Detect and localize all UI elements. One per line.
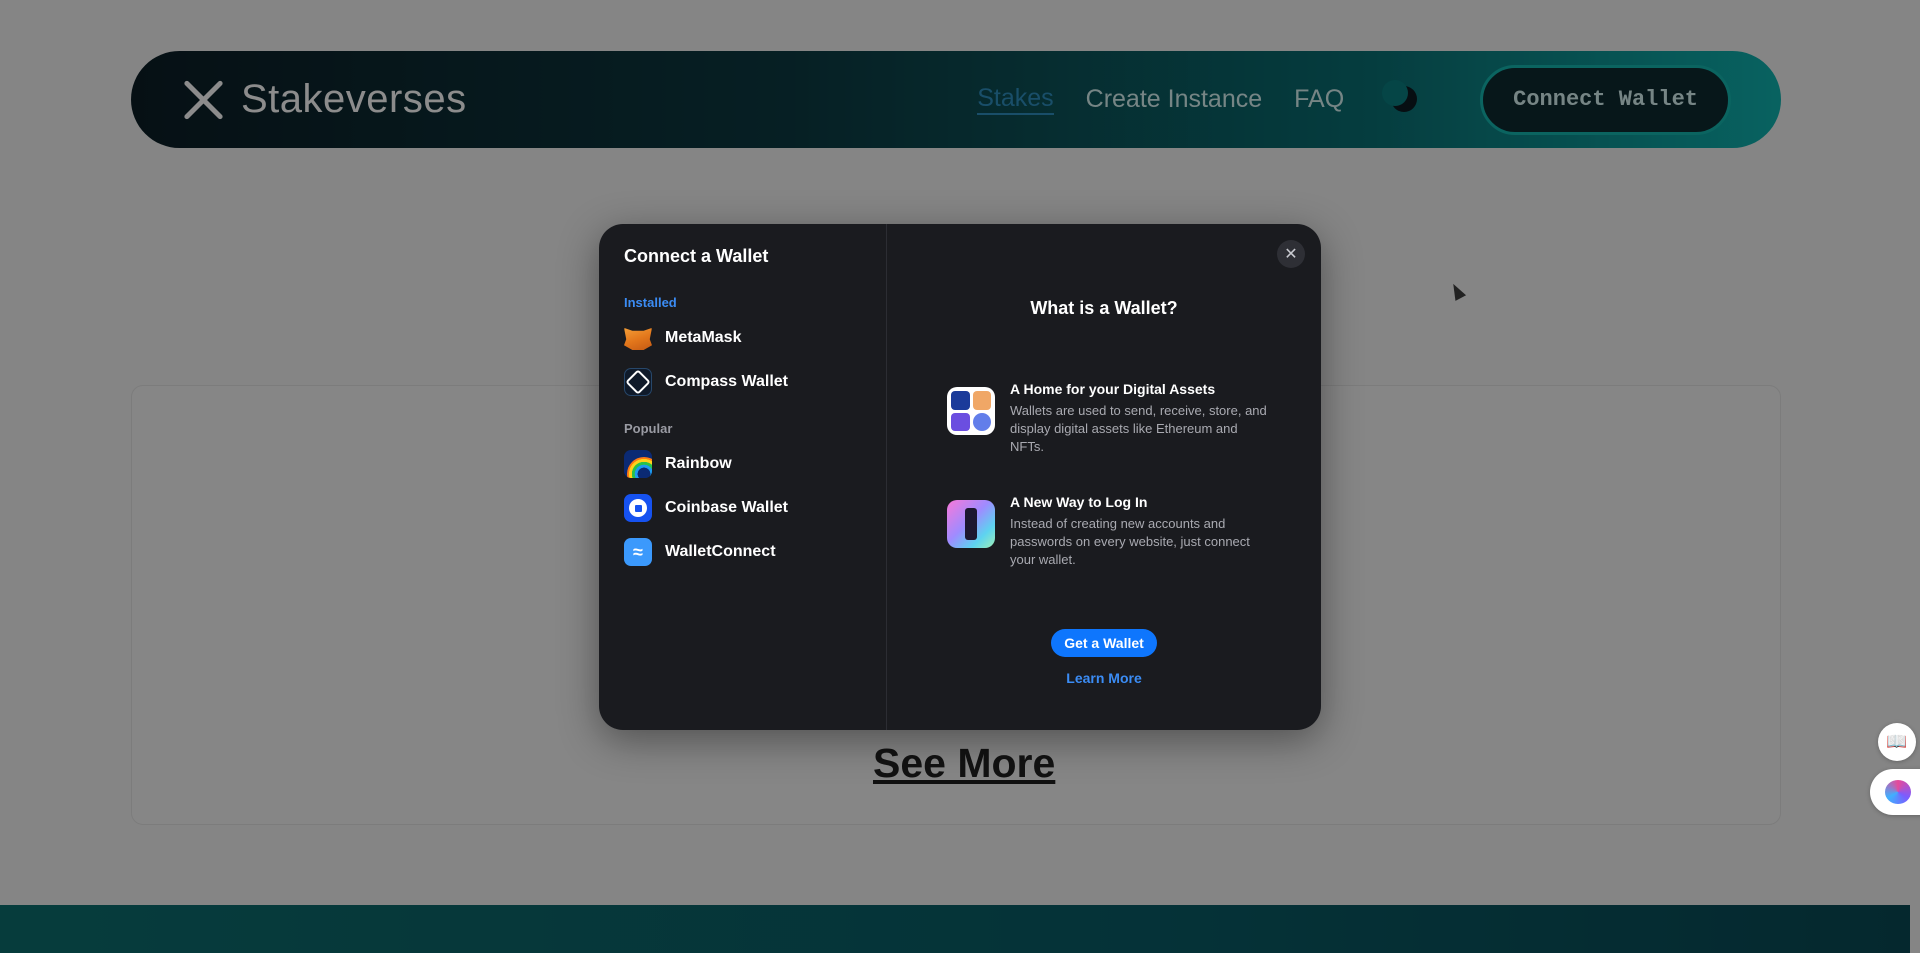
wallet-item-compass[interactable]: Compass Wallet	[624, 363, 868, 401]
wallet-name: Rainbow	[665, 455, 732, 472]
compass-icon	[624, 368, 652, 396]
info-heading: A Home for your Digital Assets	[1010, 381, 1216, 397]
wallet-item-metamask[interactable]: MetaMask	[624, 319, 868, 357]
wallet-name: MetaMask	[665, 329, 742, 346]
reader-mode-icon[interactable]: 📖	[1878, 723, 1916, 761]
connect-wallet-modal: Connect a Wallet Installed MetaMask Comp…	[599, 224, 1321, 730]
wallet-list-panel: Connect a Wallet Installed MetaMask Comp…	[599, 224, 887, 730]
wallet-name: WalletConnect	[665, 543, 776, 560]
wallet-name: Coinbase Wallet	[665, 499, 788, 516]
popular-label: Popular	[624, 421, 673, 436]
rainbow-icon	[624, 450, 652, 478]
installed-label: Installed	[624, 295, 677, 310]
brain-extension-icon[interactable]	[1870, 769, 1920, 815]
digital-assets-icon	[947, 387, 995, 435]
info-heading: A New Way to Log In	[1010, 494, 1148, 510]
get-wallet-button[interactable]: Get a Wallet	[1051, 629, 1157, 657]
coinbase-icon	[624, 494, 652, 522]
info-block-log-in: A New Way to Log In Instead of creating …	[947, 494, 1267, 569]
wallet-item-rainbow[interactable]: Rainbow	[624, 445, 868, 483]
info-title: What is a Wallet?	[1030, 298, 1178, 318]
info-description: Instead of creating new accounts and pas…	[1010, 516, 1250, 567]
close-icon[interactable]: ✕	[1277, 240, 1305, 268]
walletconnect-icon: ≈	[624, 538, 652, 566]
wallet-name: Compass Wallet	[665, 373, 788, 390]
wallet-item-coinbase[interactable]: Coinbase Wallet	[624, 489, 868, 527]
wallet-info-panel: ✕ What is a Wallet? A Home for your Digi…	[887, 224, 1321, 730]
modal-title: Connect a Wallet	[624, 246, 769, 266]
info-block-digital-assets: A Home for your Digital Assets Wallets a…	[947, 381, 1267, 456]
info-description: Wallets are used to send, receive, store…	[1010, 403, 1267, 454]
learn-more-link[interactable]: Learn More	[887, 670, 1321, 686]
metamask-icon	[624, 324, 652, 352]
wallet-item-walletconnect[interactable]: ≈ WalletConnect	[624, 533, 868, 571]
login-key-icon	[947, 500, 995, 548]
